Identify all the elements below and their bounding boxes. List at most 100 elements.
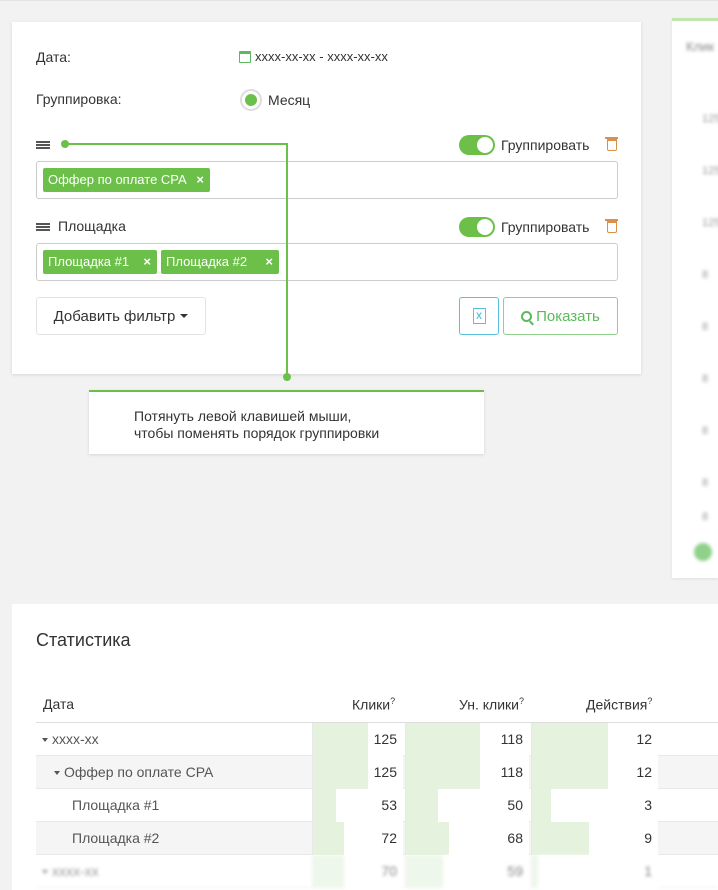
cell-clicks: 125 xyxy=(312,756,403,789)
cell-value: 118 xyxy=(500,731,523,747)
cell-value: 3 xyxy=(644,797,652,813)
status-dot xyxy=(694,543,712,561)
col-date-header[interactable]: Дата xyxy=(43,696,74,712)
cell-bar xyxy=(532,855,538,888)
table-row[interactable]: xxxx-xx 70 59 1 xyxy=(36,855,718,888)
drag-hint-tooltip: Потянуть левой клавишей мыши, чтобы поме… xyxy=(89,390,484,454)
filter-panel: Дата: xxxx-xx-xx - xxxx-xx-xx Группировк… xyxy=(12,22,641,374)
statistics-panel: Статистика Дата Клики? Ун. клики? Действ… xyxy=(12,604,718,890)
export-excel-button[interactable]: X xyxy=(459,297,499,335)
row-name: xxxx-xx xyxy=(42,731,99,747)
col-actions-header[interactable]: Действия? xyxy=(586,696,652,713)
expand-caret-icon[interactable] xyxy=(42,738,48,743)
callout-line xyxy=(286,143,288,378)
table-row[interactable]: Площадка #1 53 50 3 xyxy=(36,789,718,822)
cell-value: 125 xyxy=(373,731,397,747)
caret-down-icon xyxy=(180,314,189,318)
col-actions-label: Действия xyxy=(586,696,648,713)
cell-bar xyxy=(313,855,344,888)
cell-bar xyxy=(406,756,480,789)
row-label: Площадка #1 xyxy=(72,797,160,813)
callout-dot xyxy=(283,373,291,381)
cell-bar xyxy=(532,723,608,756)
col-clicks-label: Клики xyxy=(352,696,391,713)
side-panel: Клик 125 125 125 8 8 8 8 8 8 xyxy=(672,18,718,578)
col-uniq-clicks-header[interactable]: Ун. клики? xyxy=(459,696,524,713)
show-button[interactable]: Показать xyxy=(503,297,618,335)
tag-label: Площадка #1 xyxy=(48,254,130,269)
show-label: Показать xyxy=(536,307,600,325)
row-label: xxxx-xx xyxy=(52,863,99,879)
cell-bar xyxy=(313,822,344,855)
row-name: Площадка #1 xyxy=(72,797,159,813)
help-icon[interactable]: ? xyxy=(390,696,395,706)
statistics-title: Статистика xyxy=(36,630,131,650)
group2-toggle[interactable] xyxy=(459,217,495,237)
drag-handle-icon[interactable] xyxy=(36,223,50,231)
calendar-icon xyxy=(239,50,251,63)
trash-icon[interactable] xyxy=(605,219,618,233)
group2-name: Площадка xyxy=(58,218,126,234)
cell-bar xyxy=(532,822,589,855)
cell-bar xyxy=(406,723,480,756)
cell-clicks: 125 xyxy=(312,723,403,756)
cell-clicks: 53 xyxy=(312,789,403,822)
group1-toggle-label: Группировать xyxy=(501,137,590,153)
table-row[interactable]: xxxx-xx 125 118 12 xyxy=(36,723,718,756)
cell-bar xyxy=(406,822,449,855)
cell-value: 72 xyxy=(381,830,397,846)
trash-icon[interactable] xyxy=(605,137,618,151)
cell-bar xyxy=(406,789,438,822)
cell-value: 125 xyxy=(373,764,397,780)
tag-chip: Площадка #2 × xyxy=(161,250,279,274)
search-icon xyxy=(521,310,533,322)
add-filter-button[interactable]: Добавить фильтр xyxy=(36,297,206,335)
cell-value: 12 xyxy=(636,731,652,747)
expand-caret-icon[interactable] xyxy=(54,771,60,776)
row-label: xxxx-xx xyxy=(52,731,99,747)
cell-value: 118 xyxy=(500,764,523,780)
row-name: Площадка #2 xyxy=(72,830,159,846)
cell-value: 9 xyxy=(644,830,652,846)
side-panel-number: 8 xyxy=(702,477,709,489)
expand-caret-icon[interactable] xyxy=(42,870,48,875)
group1-toggle[interactable] xyxy=(459,135,495,155)
cell-bar xyxy=(313,723,368,756)
excel-file-icon: X xyxy=(472,308,486,324)
tag-label: Площадка #2 xyxy=(166,254,248,269)
cell-uniq: 118 xyxy=(405,756,529,789)
grouping-month-radio[interactable] xyxy=(240,89,262,111)
remove-tag-icon[interactable]: × xyxy=(143,250,151,274)
cell-value: 68 xyxy=(507,830,523,846)
table-row[interactable]: Площадка #2 72 68 9 xyxy=(36,822,718,855)
tag-chip: Площадка #1 × xyxy=(43,250,157,274)
cell-bar xyxy=(313,756,368,789)
side-panel-number: 8 xyxy=(702,373,709,385)
cell-actions: 12 xyxy=(531,723,658,756)
side-panel-number: 125 xyxy=(702,113,718,125)
col-uniq-clicks-label: Ун. клики xyxy=(459,696,519,713)
cell-value: 50 xyxy=(507,797,523,813)
remove-tag-icon[interactable]: × xyxy=(196,168,204,192)
side-panel-number: 8 xyxy=(702,511,709,523)
cell-bar xyxy=(313,789,336,822)
side-panel-number: 8 xyxy=(702,321,709,333)
col-clicks-header[interactable]: Клики? xyxy=(352,696,395,713)
date-range-picker[interactable]: xxxx-xx-xx - xxxx-xx-xx xyxy=(239,49,388,64)
cell-uniq: 118 xyxy=(405,723,529,756)
callout-dot xyxy=(61,140,69,148)
table-row[interactable]: Оффер по оплате CPA 125 118 12 xyxy=(36,756,718,789)
help-icon[interactable]: ? xyxy=(647,696,652,706)
remove-tag-icon[interactable]: × xyxy=(265,250,273,274)
cell-bar xyxy=(406,855,443,888)
group1-tag-input[interactable]: Оффер по оплате CPA × xyxy=(36,161,618,199)
grouping-label: Группировка: xyxy=(36,91,122,107)
help-icon[interactable]: ? xyxy=(519,696,524,706)
side-panel-title: Клик xyxy=(686,39,715,54)
cell-actions: 1 xyxy=(531,855,658,888)
cell-uniq: 50 xyxy=(405,789,529,822)
drag-handle-icon[interactable] xyxy=(36,141,50,149)
group2-tag-input[interactable]: Площадка #1 × Площадка #2 × xyxy=(36,243,618,281)
cell-actions: 3 xyxy=(531,789,658,822)
cell-actions: 12 xyxy=(531,756,658,789)
